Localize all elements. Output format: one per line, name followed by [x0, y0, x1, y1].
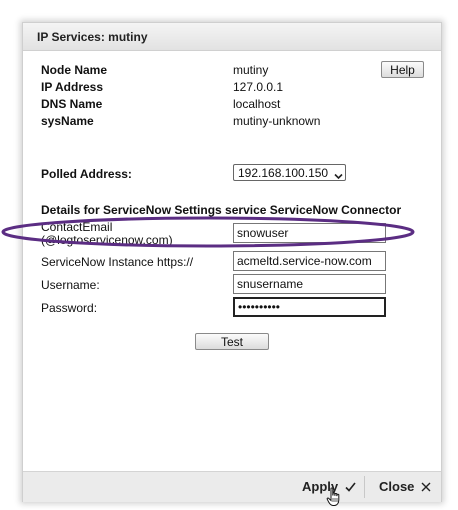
footer-divider — [364, 476, 365, 498]
close-icon — [421, 473, 431, 503]
hand-cursor-icon — [326, 487, 342, 510]
dialog-footer: Apply Close — [23, 471, 441, 502]
ip-services-dialog: IP Services: mutiny Node Name mutiny IP … — [1, 22, 442, 506]
close-button[interactable]: Close — [379, 472, 431, 502]
checkmark-icon — [345, 473, 356, 503]
close-label: Close — [379, 479, 415, 494]
highlight-oval — [1, 216, 415, 248]
